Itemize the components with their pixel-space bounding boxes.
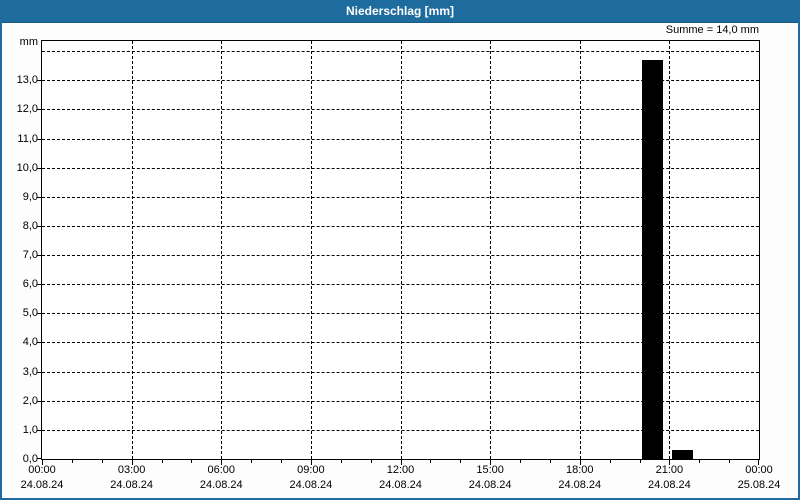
sum-annotation: Summe = 14,0 mm [665,24,759,36]
y-axis-tick-label: 2,0 [22,394,38,407]
precipitation-chart-window: Niederschlag [mm] Summe = 14,0 mm mm 0,0… [0,0,800,500]
x-axis-minor-tick [340,460,342,463]
x-tick-time-label: 00:00 [745,464,773,476]
y-axis-tick-label: 13,0 [16,74,38,87]
x-axis-minor-tick [430,460,432,463]
v-gridline [490,41,492,459]
x-axis-minor-tick [101,460,103,463]
x-axis-minor-tick [549,460,551,463]
precipitation-bar [671,450,694,459]
x-tick-time-label: 15:00 [476,464,504,476]
x-axis-minor-tick [281,460,282,463]
x-tick-date-label: 24.08.24 [558,479,602,491]
x-tick-time-label: 00:00 [28,464,56,476]
v-gridline [221,41,223,459]
y-axis-unit-label: mm [19,36,38,48]
y-axis-tick-label: 4,0 [22,336,38,349]
x-tick-date-label: 25.08.24 [737,479,781,491]
y-axis-tick-label: 7,0 [22,249,38,262]
v-gridline [579,41,581,459]
window-title-bar: Niederschlag [mm] [2,0,798,23]
x-tick-time-label: 21:00 [655,464,684,476]
x-tick-date-label: 24.08.24 [379,479,422,491]
x-tick-date-label: 24.08.24 [199,479,243,491]
x-axis-minor-tick [729,460,731,463]
x-axis-minor-tick [609,460,611,463]
x-axis-minor-tick [251,460,253,463]
x-tick-date-label: 24.08.24 [20,479,64,491]
x-tick-date-label: 24.08.24 [289,479,333,491]
v-gridline [400,41,402,459]
plot-area: 0,0 1,0 2,0 3,0 4,0 5,0 6,0 7,0 8,0 9,0 10,0 11,0 12… [17,40,780,491]
x-axis-minor-tick [460,460,462,463]
y-axis-tick-label: 10,0 [16,161,38,174]
x-tick-date-label: 24.08.24 [110,479,154,491]
x-tick-time-label: 09:00 [297,464,325,476]
x-axis-minor-tick [520,460,521,463]
x-axis-minor-tick [191,460,193,463]
x-tick-date-label: 24.08.24 [647,479,691,491]
x-axis-minor-tick [699,460,701,463]
y-axis-tick-label: 1,0 [22,423,38,436]
v-gridline [131,41,133,459]
y-axis-tick-label: 9,0 [22,190,38,203]
precipitation-bar [641,59,664,459]
y-axis-tick-label: 12,0 [16,103,38,116]
y-axis-tick-label: 8,0 [22,219,38,232]
x-axis-minor-tick [370,460,372,463]
y-axis-tick-label: 11,0 [17,132,38,145]
v-gridline [310,41,312,459]
x-tick-time-label: 18:00 [565,464,594,476]
y-axis-tick-label: 3,0 [22,365,38,378]
x-tick-time-label: 12:00 [386,464,415,476]
x-axis-minor-tick [161,460,163,463]
v-gridline [669,41,671,459]
x-axis-minor-tick [71,460,73,463]
y-axis-tick-label: 5,0 [22,307,38,320]
window-title: Niederschlag [mm] [345,4,455,18]
y-axis-tick-label: 6,0 [22,278,38,291]
x-tick-date-label: 24.08.24 [468,479,512,491]
x-tick-time-label: 03:00 [117,464,146,476]
x-axis-minor-tick [639,460,641,463]
x-tick-time-label: 06:00 [207,464,236,476]
